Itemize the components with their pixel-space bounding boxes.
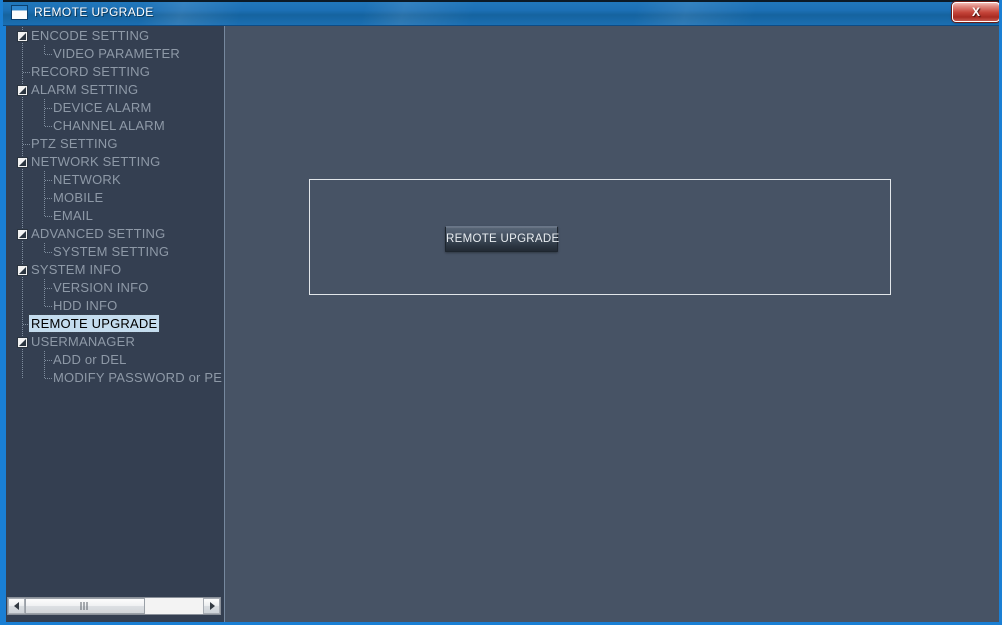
tree-item-label: ADD or DEL <box>53 352 127 367</box>
window-body: ENCODE SETTING VIDEO PARAMETER RECORD SETT… <box>3 26 999 622</box>
tree-connector-icon <box>45 360 52 361</box>
remote-upgrade-panel <box>309 179 891 295</box>
tree-item-label: ADVANCED SETTING <box>31 226 166 241</box>
tree-item-label: MODIFY PASSWORD or PE <box>53 370 223 385</box>
tree-item-remote-upgrade[interactable]: REMOTE UPGRADE <box>3 314 224 333</box>
scrollbar-thumb[interactable] <box>25 598 145 614</box>
tree-item-label: VERSION INFO <box>53 280 149 295</box>
tree-item-network[interactable]: NETWORK <box>3 171 224 189</box>
tree-item-label: REMOTE UPGRADE <box>27 314 161 333</box>
tree-item-version-info[interactable]: VERSION INFO <box>3 279 224 297</box>
close-button[interactable]: X <box>952 2 999 22</box>
tree-item-add-or-del[interactable]: ADD or DEL <box>3 351 224 369</box>
tree-item-label: HDD INFO <box>53 298 118 313</box>
tree-item-system-setting[interactable]: SYSTEM SETTING <box>3 243 224 261</box>
tree-connector-icon <box>23 72 30 73</box>
tree-item-label: ALARM SETTING <box>31 82 139 97</box>
scrollbar-grip-icon <box>80 602 90 610</box>
tree-item-label: MOBILE <box>53 190 104 205</box>
tree-item-label: SYSTEM INFO <box>31 262 122 277</box>
tree-item-channel-alarm[interactable]: CHANNEL ALARM <box>3 117 224 135</box>
tree-connector-icon <box>45 198 52 199</box>
remote-upgrade-button[interactable]: REMOTE UPGRADE <box>445 226 559 252</box>
tree-item-label: SYSTEM SETTING <box>53 244 170 259</box>
tree-item-modify-password-or-pe[interactable]: MODIFY PASSWORD or PE <box>3 369 224 387</box>
scroll-left-arrow-icon[interactable] <box>8 598 25 614</box>
window-title: REMOTE UPGRADE <box>34 5 154 19</box>
sidebar-horizontal-scrollbar[interactable] <box>7 597 221 615</box>
tree-item-label: RECORD SETTING <box>31 64 151 79</box>
tree-item-mobile[interactable]: MOBILE <box>3 189 224 207</box>
tree-connector-icon <box>45 180 52 181</box>
tree-connector-icon <box>45 126 52 127</box>
title-bar: REMOTE UPGRADE X <box>3 0 999 26</box>
tree-item-label: CHANNEL ALARM <box>53 118 165 133</box>
tree-expander-icon[interactable] <box>17 157 28 168</box>
tree-item-network-setting[interactable]: NETWORK SETTING <box>3 153 224 171</box>
tree-item-encode-setting[interactable]: ENCODE SETTING <box>3 27 224 45</box>
scrollbar-track[interactable] <box>25 598 203 614</box>
tree-item-label: NETWORK SETTING <box>31 154 161 169</box>
tree-item-label: PTZ SETTING <box>31 136 118 151</box>
tree-item-alarm-setting[interactable]: ALARM SETTING <box>3 81 224 99</box>
tree-item-label: NETWORK <box>53 172 121 187</box>
tree-item-label: DEVICE ALARM <box>53 100 152 115</box>
tree-expander-icon[interactable] <box>17 85 28 96</box>
application-window: REMOTE UPGRADE X ENCODE SETTING VIDEO PAR… <box>0 0 1002 625</box>
tree-connector-icon <box>45 306 52 307</box>
tree-expander-icon[interactable] <box>17 229 28 240</box>
tree-expander-icon[interactable] <box>17 337 28 348</box>
tree-item-system-info[interactable]: SYSTEM INFO <box>3 261 224 279</box>
tree-item-video-parameter[interactable]: VIDEO PARAMETER <box>3 45 224 63</box>
tree-connector-icon <box>45 288 52 289</box>
close-icon: X <box>971 5 980 19</box>
tree-connector-icon <box>45 108 52 109</box>
tree-item-label: EMAIL <box>53 208 94 223</box>
tree-connector-icon <box>45 216 52 217</box>
tree-item-device-alarm[interactable]: DEVICE ALARM <box>3 99 224 117</box>
tree-item-email[interactable]: EMAIL <box>3 207 224 225</box>
tree-connector-icon <box>45 54 52 55</box>
tree-connector-icon <box>45 378 52 379</box>
scroll-right-arrow-icon[interactable] <box>203 598 220 614</box>
navigation-tree[interactable]: ENCODE SETTING VIDEO PARAMETER RECORD SETT… <box>3 27 224 595</box>
tree-item-label: USERMANAGER <box>31 334 136 349</box>
sidebar: ENCODE SETTING VIDEO PARAMETER RECORD SETT… <box>3 26 225 622</box>
tree-expander-icon[interactable] <box>17 265 28 276</box>
tree-connector-icon <box>23 144 30 145</box>
tree-connector-icon <box>45 252 52 253</box>
tree-item-ptz-setting[interactable]: PTZ SETTING <box>3 135 224 153</box>
window-icon <box>11 5 28 20</box>
tree-expander-icon[interactable] <box>17 31 28 42</box>
tree-item-label: VIDEO PARAMETER <box>53 46 181 61</box>
tree-item-hdd-info[interactable]: HDD INFO <box>3 297 224 315</box>
tree-item-advanced-setting[interactable]: ADVANCED SETTING <box>3 225 224 243</box>
tree-item-usermanager[interactable]: USERMANAGER <box>3 333 224 351</box>
tree-item-label: ENCODE SETTING <box>31 28 150 43</box>
main-content-area: REMOTE UPGRADE <box>226 26 999 622</box>
tree-item-record-setting[interactable]: RECORD SETTING <box>3 63 224 81</box>
